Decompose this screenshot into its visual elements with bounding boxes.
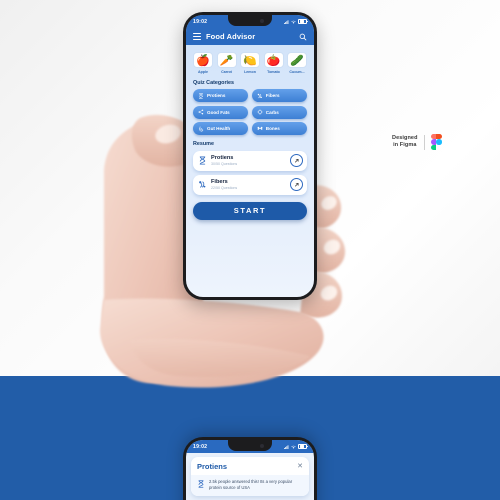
quiz-modal: Protiens ✕ 2.5k people answered this! It… [191, 457, 309, 497]
start-button[interactable]: START [193, 201, 307, 220]
category-label: Fibers [265, 93, 280, 99]
status-bar-icons [284, 443, 308, 450]
category-button-fibers[interactable]: Fibers [251, 89, 307, 103]
quiz-categories-title: Quiz Categories [193, 79, 235, 86]
resume-card-title: Fibers [211, 178, 228, 185]
category-button-good-fats[interactable]: Good Fats [193, 105, 249, 119]
phone-device-main: 19:02 Food Advisor 🍎 Apple 🥕 Carrot 🍋 Le… [183, 12, 317, 300]
carrot-icon: 🥕 [216, 52, 237, 68]
phone-device-secondary: 19:02 Protiens ✕ 2.5k people answered th… [183, 437, 317, 500]
food-item-label: Apple [198, 69, 208, 74]
apple-icon: 🍎 [193, 52, 213, 68]
status-bar-time: 19:02 [193, 443, 208, 450]
resume-card-progress: 22/50 Questions [211, 185, 238, 190]
status-bar-icons [284, 18, 308, 25]
cucumber-icon: 🥒 [287, 52, 307, 68]
resume-title: Resume [193, 141, 214, 148]
quiz-modal-header: Protiens ✕ [191, 457, 309, 475]
quiz-categories-grid: Protiens Fibers Good Fats Carbs Gut Heal… [193, 89, 307, 136]
resume-card[interactable]: Fibers 22/50 Questions [193, 174, 307, 195]
dna-icon [198, 479, 204, 488]
food-item[interactable]: 🥒 Cucum... [287, 52, 307, 74]
figma-badge-label: Designed in Figma [392, 135, 418, 148]
status-bar: 19:02 [186, 15, 314, 28]
wifi-icon [291, 20, 296, 24]
hamburger-menu-icon[interactable] [193, 33, 201, 40]
food-item[interactable]: 🥕 Carrot [216, 52, 237, 74]
status-bar-time: 19:02 [193, 18, 208, 25]
app-title: Food Advisor [206, 32, 256, 41]
search-icon[interactable] [299, 33, 307, 41]
share-nodes-icon [198, 109, 204, 115]
battery-icon [298, 18, 308, 25]
fiber-strand-icon [257, 93, 262, 98]
phone-notch [228, 440, 272, 451]
figma-logo [430, 134, 442, 150]
phone-notch [228, 15, 272, 26]
food-item-label: Carrot [221, 69, 232, 74]
stomach-icon [199, 126, 204, 132]
category-button-carbs[interactable]: Carbs [251, 105, 307, 119]
quiz-modal-info-text: 2.5k people answered this! Its a very po… [209, 479, 293, 490]
screen-content: 🍎 Apple 🥕 Carrot 🍋 Lemon 🍅 Tomato 🥒 Cucu… [186, 45, 314, 220]
category-button-bones[interactable]: Bones [251, 122, 307, 136]
resume-card-action-button[interactable] [290, 154, 303, 168]
diamond-icon [257, 109, 263, 115]
category-label: Good Fats [207, 109, 230, 115]
category-button-gut-health[interactable]: Gut Health [193, 122, 249, 136]
wifi-icon [291, 445, 296, 449]
resume-card-title: Protiens [211, 154, 234, 161]
food-item-label: Tomato [267, 69, 280, 74]
dna-icon [199, 92, 203, 99]
fiber-strand-icon [197, 180, 207, 190]
category-label: Carbs [265, 109, 279, 115]
app-bar: Food Advisor [186, 28, 314, 45]
food-item-label: Lemon [244, 69, 256, 74]
resume-card-text: Protiens 30/50 Questions [211, 155, 286, 167]
resume-card-text: Fibers 22/50 Questions [211, 179, 286, 191]
food-item[interactable]: 🍅 Tomato [263, 52, 284, 74]
quiz-modal-title: Protiens [197, 462, 228, 471]
phone-screen-main: 19:02 Food Advisor 🍎 Apple 🥕 Carrot 🍋 Le… [186, 15, 314, 297]
cellular-signal-icon [284, 444, 289, 449]
cellular-signal-icon [284, 19, 289, 24]
front-camera-icon [260, 443, 264, 448]
tomato-icon: 🍅 [263, 52, 284, 68]
dna-icon [197, 156, 207, 166]
resume-card[interactable]: Protiens 30/50 Questions [193, 150, 307, 171]
phone-screen-secondary: 19:02 Protiens ✕ 2.5k people answered th… [186, 440, 314, 500]
badge-divider [423, 134, 425, 150]
resume-card-progress: 30/50 Questions [211, 161, 238, 166]
category-button-protiens[interactable]: Protiens [193, 89, 249, 103]
category-label: Gut Health [207, 126, 231, 132]
arrow-up-right-icon [294, 182, 299, 187]
food-item[interactable]: 🍋 Lemon [240, 52, 260, 74]
close-icon[interactable]: ✕ [297, 463, 303, 470]
category-label: Protiens [207, 93, 226, 99]
resume-card-action-button[interactable] [290, 178, 303, 192]
food-carousel[interactable]: 🍎 Apple 🥕 Carrot 🍋 Lemon 🍅 Tomato 🥒 Cucu… [193, 52, 307, 74]
designed-in-figma-badge: Designed in Figma [392, 131, 448, 153]
front-camera-icon [260, 18, 264, 23]
status-bar-secondary: 19:02 [186, 440, 314, 453]
screenshot-stage: Designed in Figma 19:02 Food Advisor 🍎 A… [0, 0, 500, 500]
food-item[interactable]: 🍎 Apple [193, 52, 213, 74]
category-label: Bones [265, 126, 280, 132]
lemon-icon: 🍋 [240, 52, 260, 68]
food-item-label: Cucum... [289, 69, 305, 74]
quiz-modal-info: 2.5k people answered this! Its a very po… [191, 475, 309, 497]
bone-icon [257, 126, 263, 130]
arrow-up-right-icon [294, 158, 299, 163]
battery-icon [298, 443, 308, 450]
